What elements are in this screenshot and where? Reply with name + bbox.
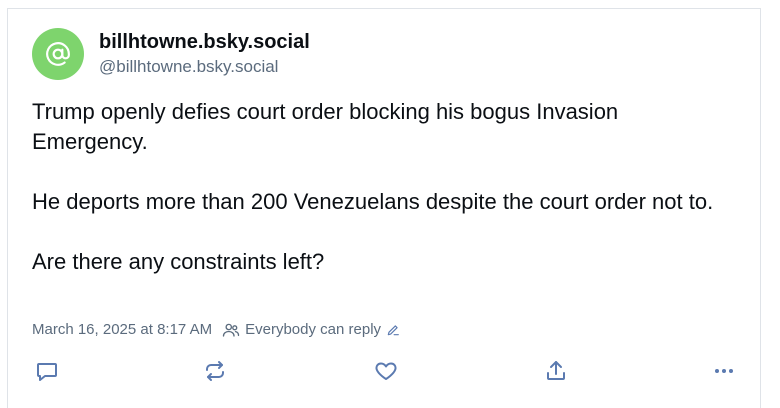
author-display-name[interactable]: billhtowne.bsky.social [99, 31, 310, 54]
like-button[interactable] [371, 356, 401, 386]
reply-setting[interactable]: Everybody can reply [245, 321, 381, 338]
more-icon [715, 369, 733, 373]
at-sign-icon [46, 42, 70, 66]
repost-button[interactable] [200, 356, 230, 386]
post-paragraph: He deports more than 200 Venezuelans des… [32, 189, 714, 214]
reply-button[interactable] [32, 356, 62, 386]
more-options-button[interactable] [709, 356, 739, 386]
share-button[interactable] [541, 356, 571, 386]
like-icon [375, 362, 397, 380]
people-icon [222, 322, 240, 338]
reply-icon [37, 363, 57, 381]
post-paragraph: Are there any constraints left? [32, 249, 325, 274]
avatar[interactable] [32, 28, 84, 80]
post-meta: March 16, 2025 at 8:17 AM Everybody can … [32, 321, 400, 338]
pencil-icon[interactable] [386, 323, 400, 337]
post-text: Trump openly defies court order blocking… [32, 97, 732, 307]
post-paragraph: Trump openly defies court order blocking… [32, 99, 619, 154]
share-icon [547, 361, 565, 380]
post-card: billhtowne.bsky.social @billhtowne.bsky.… [7, 8, 761, 408]
author-handle[interactable]: @billhtowne.bsky.social [99, 57, 278, 77]
post-actions [8, 356, 762, 386]
repost-icon [206, 361, 224, 381]
post-timestamp[interactable]: March 16, 2025 at 8:17 AM [32, 321, 212, 338]
